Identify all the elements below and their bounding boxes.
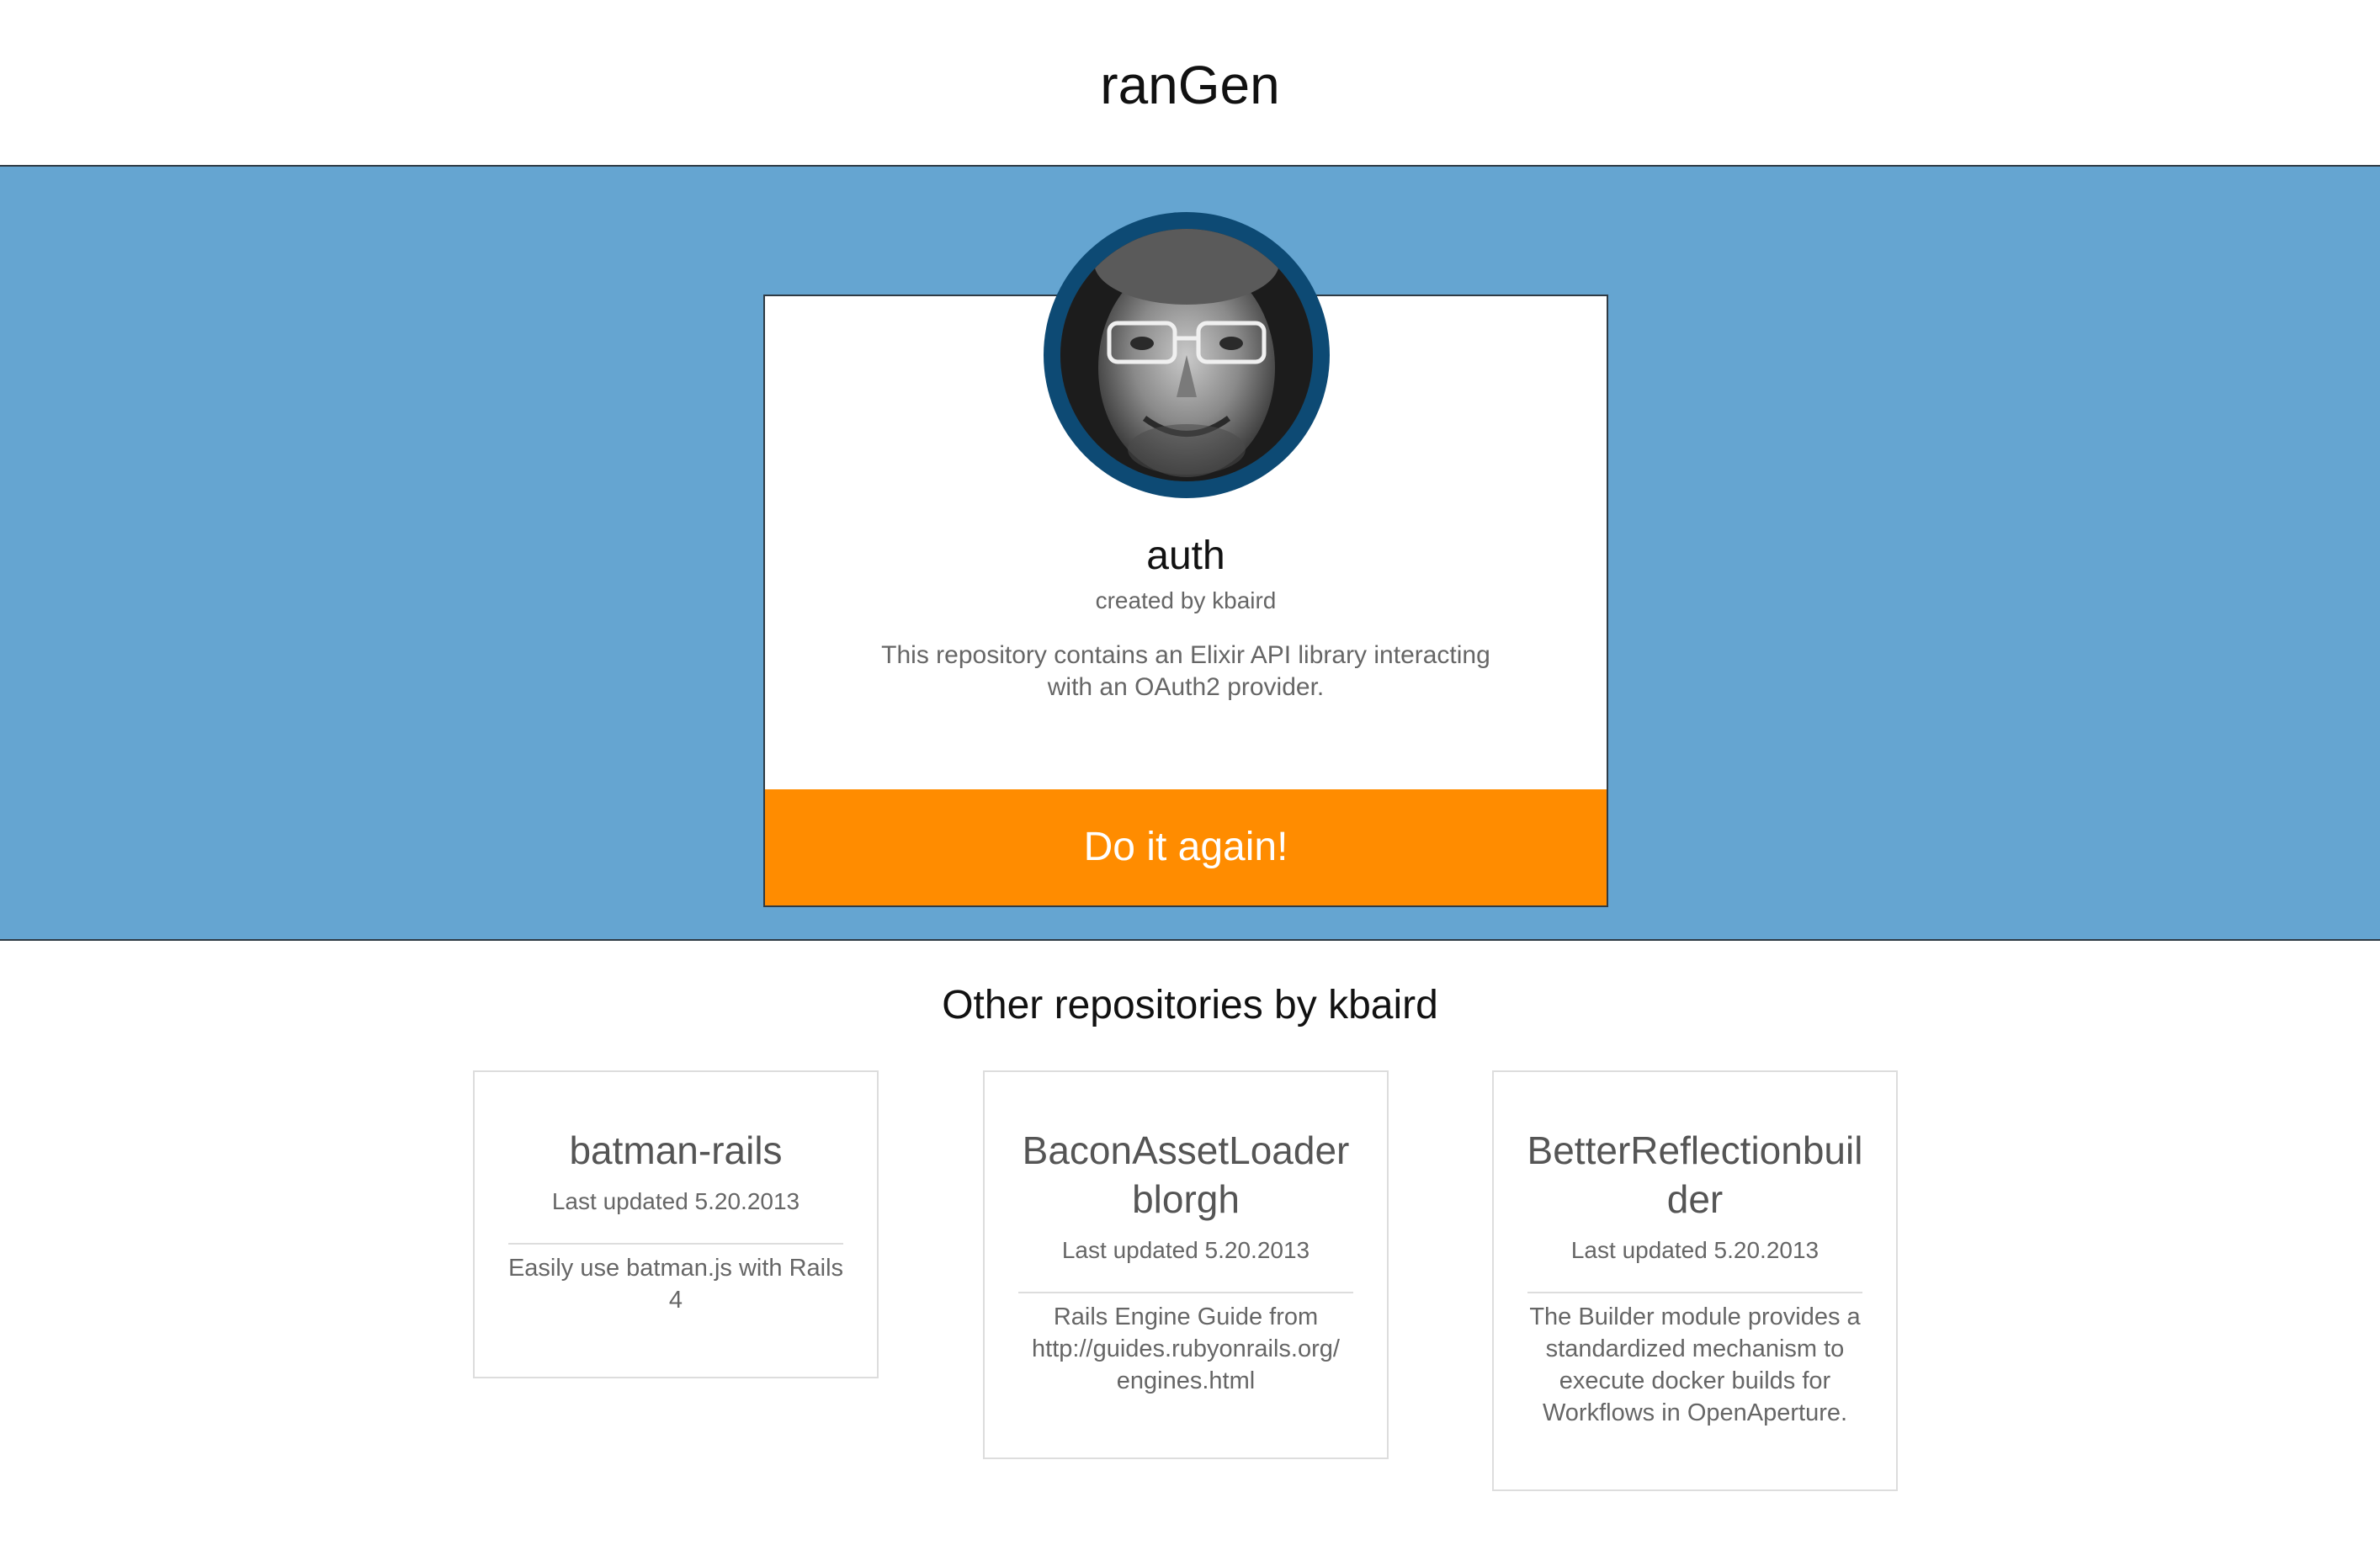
site-title[interactable]: ranGen xyxy=(0,47,2380,123)
avatar-photo-icon xyxy=(1060,229,1313,481)
repo-card-updated: Last updated 5.20.2013 xyxy=(1570,1237,1820,1263)
repo-card-title[interactable]: batman-rails xyxy=(500,1126,852,1175)
repo-card-title[interactable]: BetterReflectionbuilder xyxy=(1519,1126,1871,1224)
author-avatar xyxy=(1044,212,1330,498)
site-header: ranGen xyxy=(0,0,2380,167)
repo-card-description: Easily use batman.js with Rails 4 xyxy=(507,1255,844,1314)
featured-repo-description: This repository contains an Elixir API l… xyxy=(881,641,1490,701)
repo-card-title[interactable]: BaconAssetLoader blorgh xyxy=(1010,1126,1362,1224)
face-illustration-icon xyxy=(1060,229,1313,481)
repo-card[interactable]: BetterReflectionbuilder Last updated 5.2… xyxy=(1492,1070,1898,1491)
repo-card-divider xyxy=(1018,1292,1353,1293)
other-repos-heading: Other repositories by kbaird xyxy=(942,983,1438,1027)
do-it-again-button[interactable]: Do it again! xyxy=(765,789,1607,905)
featured-repo-name: auth xyxy=(1146,534,1225,578)
repo-card-updated: Last updated 5.20.2013 xyxy=(551,1188,800,1214)
repo-card-divider xyxy=(1527,1292,1862,1293)
repo-card-updated: Last updated 5.20.2013 xyxy=(1061,1237,1310,1263)
repo-card[interactable]: BaconAssetLoader blorgh Last updated 5.2… xyxy=(983,1070,1389,1459)
repo-card-description: Rails Engine Guide from http://guides.ru… xyxy=(1032,1303,1340,1394)
featured-repo-author: created by kbaird xyxy=(1095,587,1277,613)
repo-card-divider xyxy=(508,1243,843,1245)
repo-card-description: The Builder module provides a standardiz… xyxy=(1529,1303,1861,1426)
repo-card[interactable]: batman-rails Last updated 5.20.2013 Easi… xyxy=(473,1070,879,1378)
